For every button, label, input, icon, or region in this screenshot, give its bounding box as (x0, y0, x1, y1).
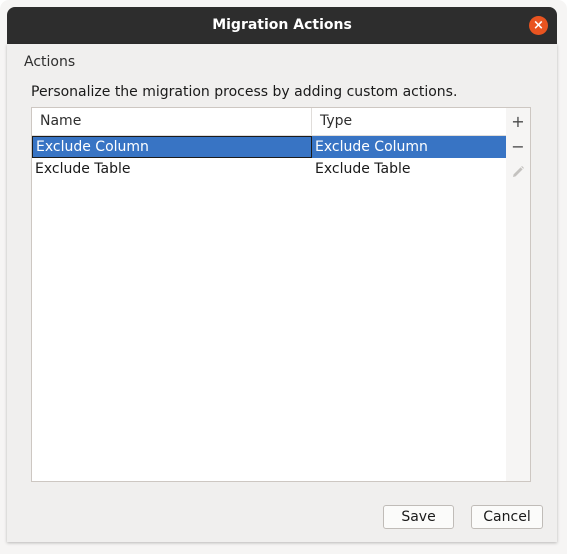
row-type-cell[interactable]: Exclude Column (312, 136, 506, 158)
actions-table: Name Type Exclude Column Exclude Column … (31, 107, 507, 482)
table-row[interactable]: Exclude Column Exclude Column (32, 136, 506, 158)
actions-section-label: Actions (24, 54, 76, 70)
column-header-name[interactable]: Name (32, 108, 312, 135)
window-title: Migration Actions (212, 17, 352, 33)
remove-action-button[interactable]: − (506, 135, 530, 159)
row-type-cell[interactable]: Exclude Table (312, 158, 506, 180)
cancel-button[interactable]: Cancel (471, 505, 543, 529)
pencil-icon (511, 164, 525, 183)
column-header-type[interactable]: Type (312, 108, 506, 135)
row-name-cell[interactable]: Exclude Column (32, 136, 312, 158)
actions-description: Personalize the migration process by add… (31, 84, 458, 100)
table-row[interactable]: Exclude Table Exclude Table (32, 158, 506, 180)
save-button[interactable]: Save (383, 505, 454, 529)
close-button[interactable]: × (529, 16, 548, 35)
edit-action-button[interactable] (506, 160, 530, 184)
row-name-cell[interactable]: Exclude Table (32, 158, 312, 180)
table-header: Name Type (32, 108, 506, 136)
migration-actions-dialog: Migration Actions × Actions Personalize … (0, 0, 567, 554)
action-toolbar: + − (506, 107, 531, 482)
add-action-button[interactable]: + (506, 110, 530, 134)
dialog-body: Actions Personalize the migration proces… (7, 44, 557, 542)
title-bar: Migration Actions × (7, 7, 557, 44)
